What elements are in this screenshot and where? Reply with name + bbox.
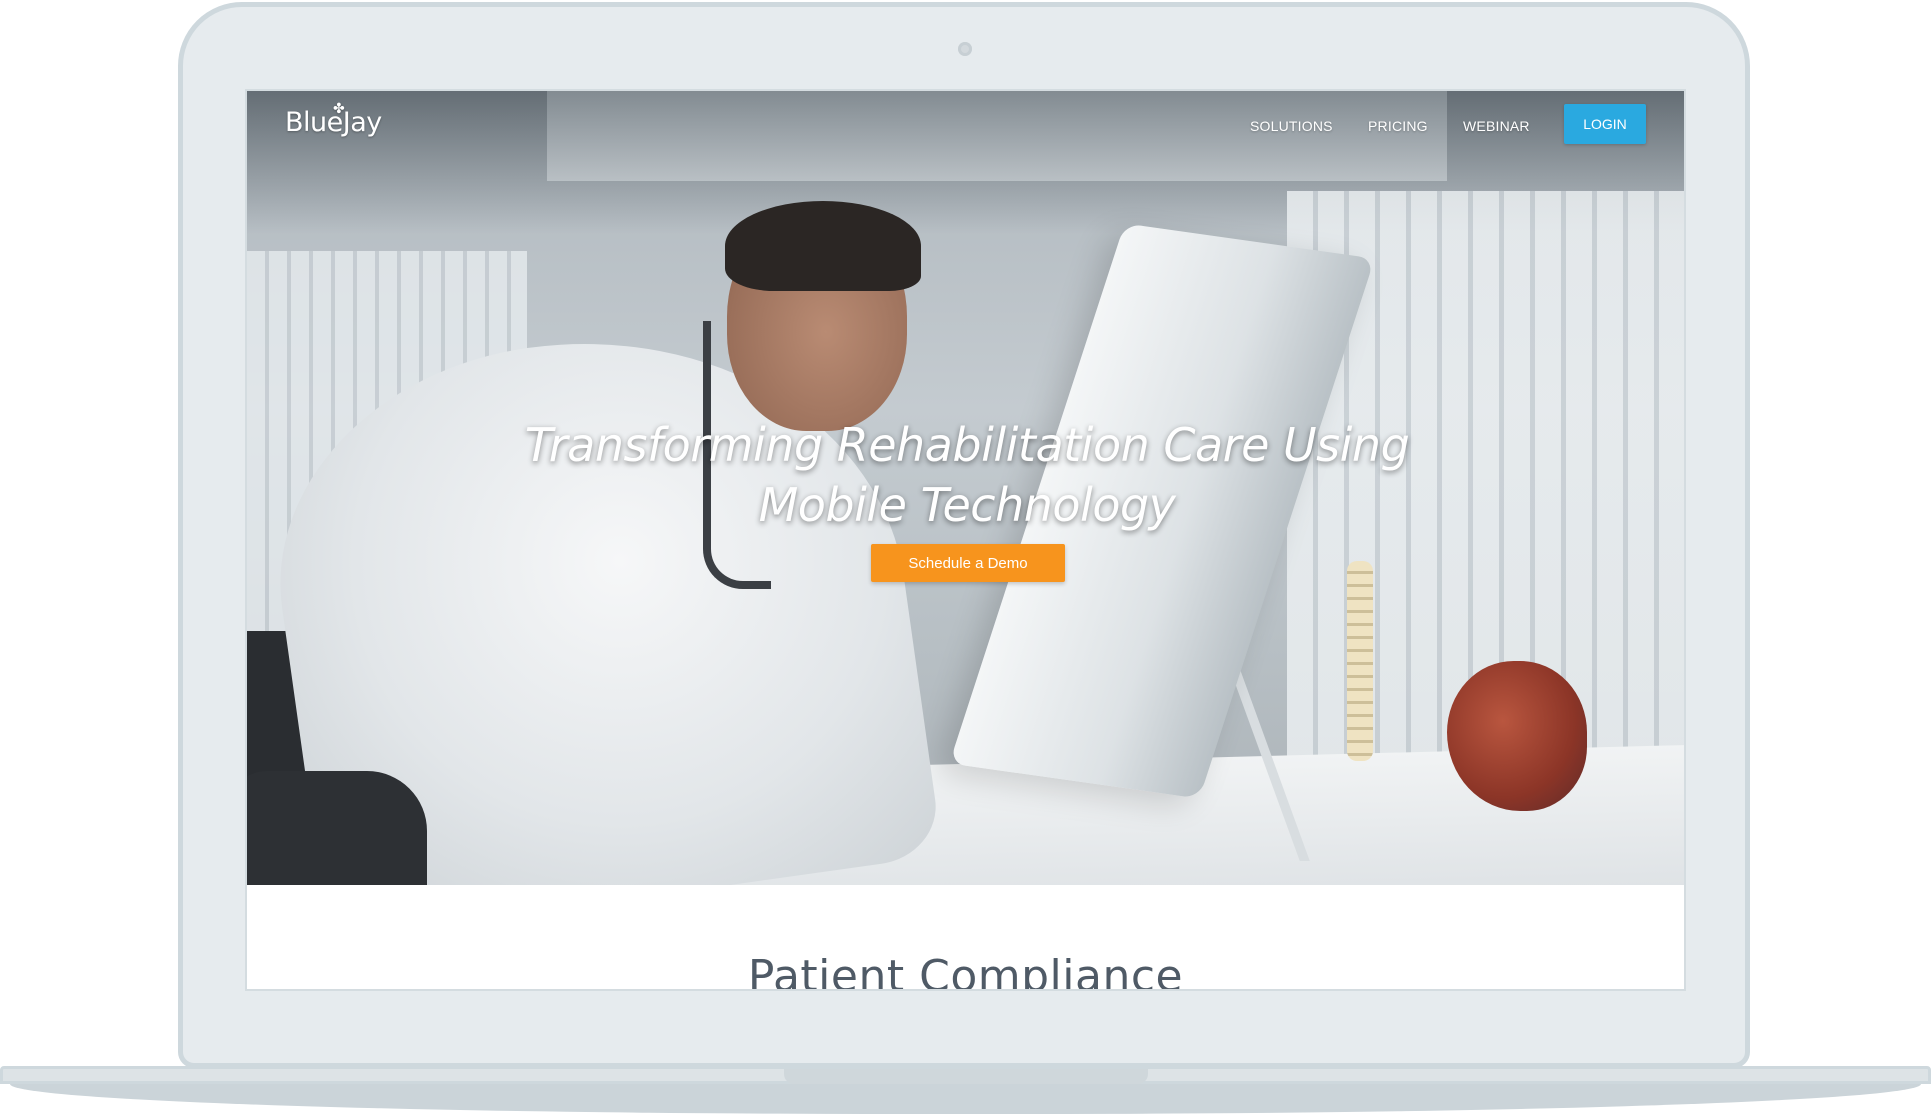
hero-photo-desk-phone (247, 771, 427, 885)
hero-photo-doctor-hair (725, 201, 921, 291)
nav-link-solutions[interactable]: SOLUTIONS (1250, 118, 1333, 134)
laptop-base-notch (784, 1069, 1148, 1084)
hero-photo-heart-model (1447, 661, 1587, 811)
hero-photo-spine-model (1347, 561, 1373, 761)
browser-viewport: BlueJay ✤ SOLUTIONS PRICING WEBINAR LOGI… (245, 89, 1686, 991)
laptop-base-bottom (10, 1084, 1921, 1114)
schedule-demo-button[interactable]: Schedule a Demo (871, 544, 1065, 582)
camera-icon (958, 42, 972, 56)
hero-section: BlueJay ✤ SOLUTIONS PRICING WEBINAR LOGI… (247, 91, 1684, 885)
nav-link-webinar[interactable]: WEBINAR (1463, 118, 1530, 134)
bird-icon: ✤ (333, 101, 345, 117)
login-button[interactable]: LOGIN (1564, 104, 1646, 144)
section-title-patient-compliance: Patient Compliance (747, 951, 1184, 991)
nav-link-pricing[interactable]: PRICING (1368, 118, 1428, 134)
top-navigation: BlueJay ✤ SOLUTIONS PRICING WEBINAR LOGI… (247, 91, 1684, 171)
hero-title: Transforming Rehabilitation Care Using M… (524, 418, 1410, 532)
laptop-base (0, 1066, 1931, 1114)
logo[interactable]: BlueJay ✤ (285, 101, 382, 138)
